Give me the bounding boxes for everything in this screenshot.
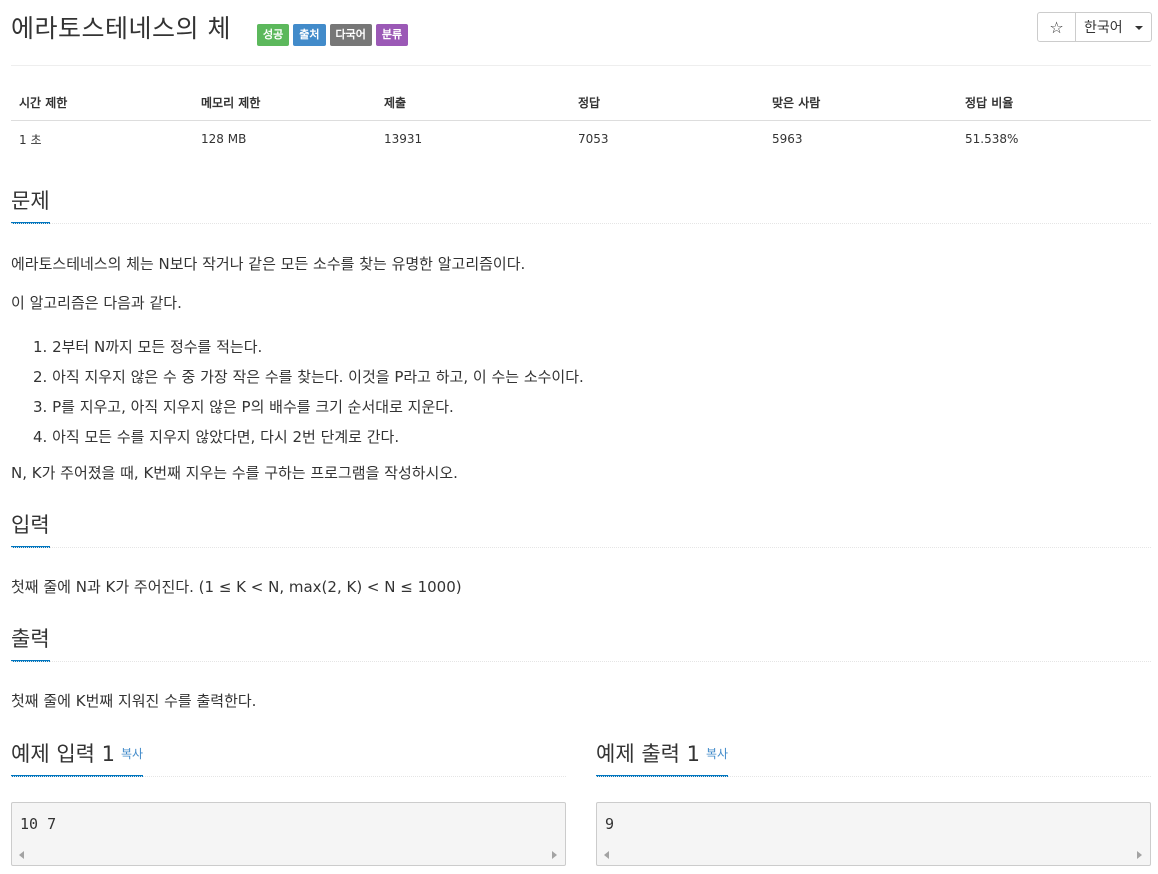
copy-output-link[interactable]: 복사 xyxy=(706,747,728,761)
sample-input-heading: 예제 입력 1 xyxy=(11,742,115,766)
toolbar-button-group: ☆ 한국어 xyxy=(1037,12,1152,42)
col-submissions: 제출 xyxy=(376,84,570,121)
problem-description-1: 에라토스테네스의 체는 N보다 작거나 같은 모든 소수를 찾는 유명한 알고리… xyxy=(11,255,526,273)
problem-labels: 성공 출처 다국어 분류 xyxy=(257,24,409,46)
problem-section-header: 문제 xyxy=(11,188,1151,224)
col-solvers: 맞은 사람 xyxy=(764,84,957,121)
accepted-value: 7053 xyxy=(578,132,609,146)
input-description: 첫째 줄에 N과 K가 주어진다. (1 ≤ K < N, max(2, K) … xyxy=(11,578,462,596)
label-success[interactable]: 성공 xyxy=(257,24,290,46)
sample-input-box[interactable]: 10 7 xyxy=(11,802,566,866)
output-description: 첫째 줄에 K번째 지워진 수를 출력한다. xyxy=(11,692,257,710)
col-memory-limit: 메모리 제한 xyxy=(193,84,376,121)
scroll-left-arrow-icon[interactable] xyxy=(19,851,24,859)
sample-output-box[interactable]: 9 xyxy=(596,802,1151,866)
output-heading: 출력 xyxy=(11,627,50,651)
col-accepted: 정답 xyxy=(570,84,764,121)
scroll-right-arrow-icon[interactable] xyxy=(552,851,557,859)
label-source[interactable]: 출처 xyxy=(293,24,326,46)
sample-input-value: 10 7 xyxy=(20,815,57,833)
star-icon: ☆ xyxy=(1049,17,1064,37)
list-item: 3. P를 지우고, 아직 지우지 않은 P의 배수를 크기 순서대로 지운다. xyxy=(33,398,454,416)
sample-output-value: 9 xyxy=(605,815,615,833)
submissions-value: 13931 xyxy=(384,132,423,146)
input-section-header: 입력 xyxy=(11,512,1151,548)
output-section-header: 출력 xyxy=(11,626,1151,662)
memory-limit-value: 128 MB xyxy=(201,132,247,146)
problem-description-2: 이 알고리즘은 다음과 같다. xyxy=(11,294,182,312)
label-multilang[interactable]: 다국어 xyxy=(329,24,372,46)
input-heading: 입력 xyxy=(11,513,50,537)
col-time-limit: 시간 제한 xyxy=(11,84,193,121)
caret-down-icon xyxy=(1134,26,1143,30)
col-ratio: 정답 비율 xyxy=(957,84,1151,121)
info-header-row: 시간 제한 메모리 제한 제출 정답 맞은 사람 정답 비율 xyxy=(11,84,1151,121)
ratio-value: 51.538% xyxy=(965,132,1019,146)
problem-description-3: N, K가 주어졌을 때, K번째 지우는 수를 구하는 프로그램을 작성하시오… xyxy=(11,464,458,482)
algorithm-steps-list: 1. 2부터 N까지 모든 정수를 적는다. 2. 아직 지우지 않은 수 중 … xyxy=(33,332,584,452)
solvers-value: 5963 xyxy=(772,132,803,146)
scroll-right-arrow-icon[interactable] xyxy=(1137,851,1142,859)
title-row: 에라토스테네스의 체 성공 출처 다국어 분류 ☆ 한국어 xyxy=(11,12,1152,48)
header-divider xyxy=(11,65,1151,66)
problem-title: 에라토스테네스의 체 xyxy=(11,14,231,43)
problem-heading: 문제 xyxy=(11,189,50,213)
label-category[interactable]: 분류 xyxy=(375,24,409,46)
list-item: 1. 2부터 N까지 모든 정수를 적는다. xyxy=(33,338,263,356)
sample-input-header: 예제 입력 1 복사 xyxy=(11,741,566,777)
language-label: 한국어 xyxy=(1084,20,1123,36)
sample-output-header: 예제 출력 1 복사 xyxy=(596,741,1151,777)
favorite-button[interactable]: ☆ xyxy=(1037,12,1076,42)
info-value-row: 1 초 128 MB 13931 7053 5963 51.538% xyxy=(11,121,1151,158)
scroll-left-arrow-icon[interactable] xyxy=(604,851,609,859)
copy-input-link[interactable]: 복사 xyxy=(121,747,143,761)
time-limit-value: 1 초 xyxy=(19,132,42,147)
language-dropdown[interactable]: 한국어 xyxy=(1076,12,1152,42)
list-item: 4. 아직 모든 수를 지우지 않았다면, 다시 2번 단계로 간다. xyxy=(33,428,400,446)
sample-output-heading: 예제 출력 1 xyxy=(596,742,700,766)
list-item: 2. 아직 지우지 않은 수 중 가장 작은 수를 찾는다. 이것을 P라고 하… xyxy=(33,368,584,386)
problem-info-table: 시간 제한 메모리 제한 제출 정답 맞은 사람 정답 비율 1 초 128 M… xyxy=(11,84,1151,157)
